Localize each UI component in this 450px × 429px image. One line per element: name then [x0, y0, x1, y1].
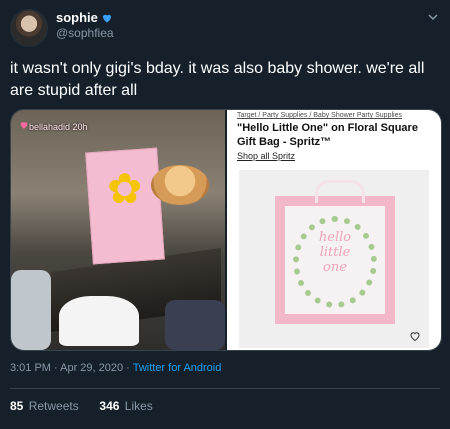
retweet-count[interactable]: 85: [10, 399, 23, 413]
bag-text-line-2: little: [319, 245, 351, 260]
product-image: hello little one: [239, 170, 429, 348]
engagement-stats: 85 Retweets 346 Likes: [10, 399, 153, 413]
divider: [10, 388, 440, 389]
heart-sticker-icon: [20, 122, 28, 129]
cake-shape: [151, 165, 209, 205]
gift-bag-illustration: hello little one: [275, 180, 395, 324]
tissue-paper: [59, 296, 139, 346]
breadcrumb: Target / Party Supplies / Baby Shower Pa…: [237, 112, 402, 119]
bag-text-line-3: one: [323, 260, 347, 275]
retweets-label[interactable]: Retweets: [29, 399, 79, 413]
display-name[interactable]: sophie: [56, 10, 113, 25]
shop-all-link: Shop all Spritz: [237, 151, 296, 161]
user-handle[interactable]: @sophfiea: [56, 26, 114, 40]
party-photo[interactable]: ✿ bellahadid 20h: [11, 110, 225, 350]
tweet-meta: 3:01 PM · Apr 29, 2020 · Twitter for And…: [10, 362, 221, 374]
avatar[interactable]: [10, 9, 48, 47]
source-link[interactable]: Twitter for Android: [133, 362, 222, 374]
bag-text-line-1: hello: [318, 230, 352, 245]
tweet-text: it wasn't only gigi's bday. it was also …: [10, 60, 425, 99]
display-name-text[interactable]: sophie: [56, 10, 98, 25]
bag-handles: [315, 180, 365, 203]
media-container[interactable]: ✿ bellahadid 20h Target / Party Supplies…: [10, 109, 442, 351]
like-count[interactable]: 346: [99, 399, 119, 413]
product-screenshot[interactable]: Target / Party Supplies / Baby Shower Pa…: [225, 110, 441, 350]
favorite-heart-icon: [410, 332, 420, 342]
bag-lettering: hello little one: [285, 230, 385, 275]
person-legs: [165, 300, 225, 350]
likes-label[interactable]: Likes: [125, 399, 153, 413]
story-tag: bellahadid 20h: [29, 122, 88, 132]
sunflower-icon: ✿: [107, 165, 143, 212]
tweet-header: sophie @sophfiea: [0, 0, 450, 52]
chevron-down-icon[interactable]: [428, 12, 438, 22]
timestamp[interactable]: 3:01 PM · Apr 29, 2020 ·: [10, 362, 133, 374]
chair-shape: [11, 270, 51, 350]
heart-icon: [102, 14, 111, 22]
product-title: "Hello Little One" on Floral Square Gift…: [237, 122, 418, 148]
